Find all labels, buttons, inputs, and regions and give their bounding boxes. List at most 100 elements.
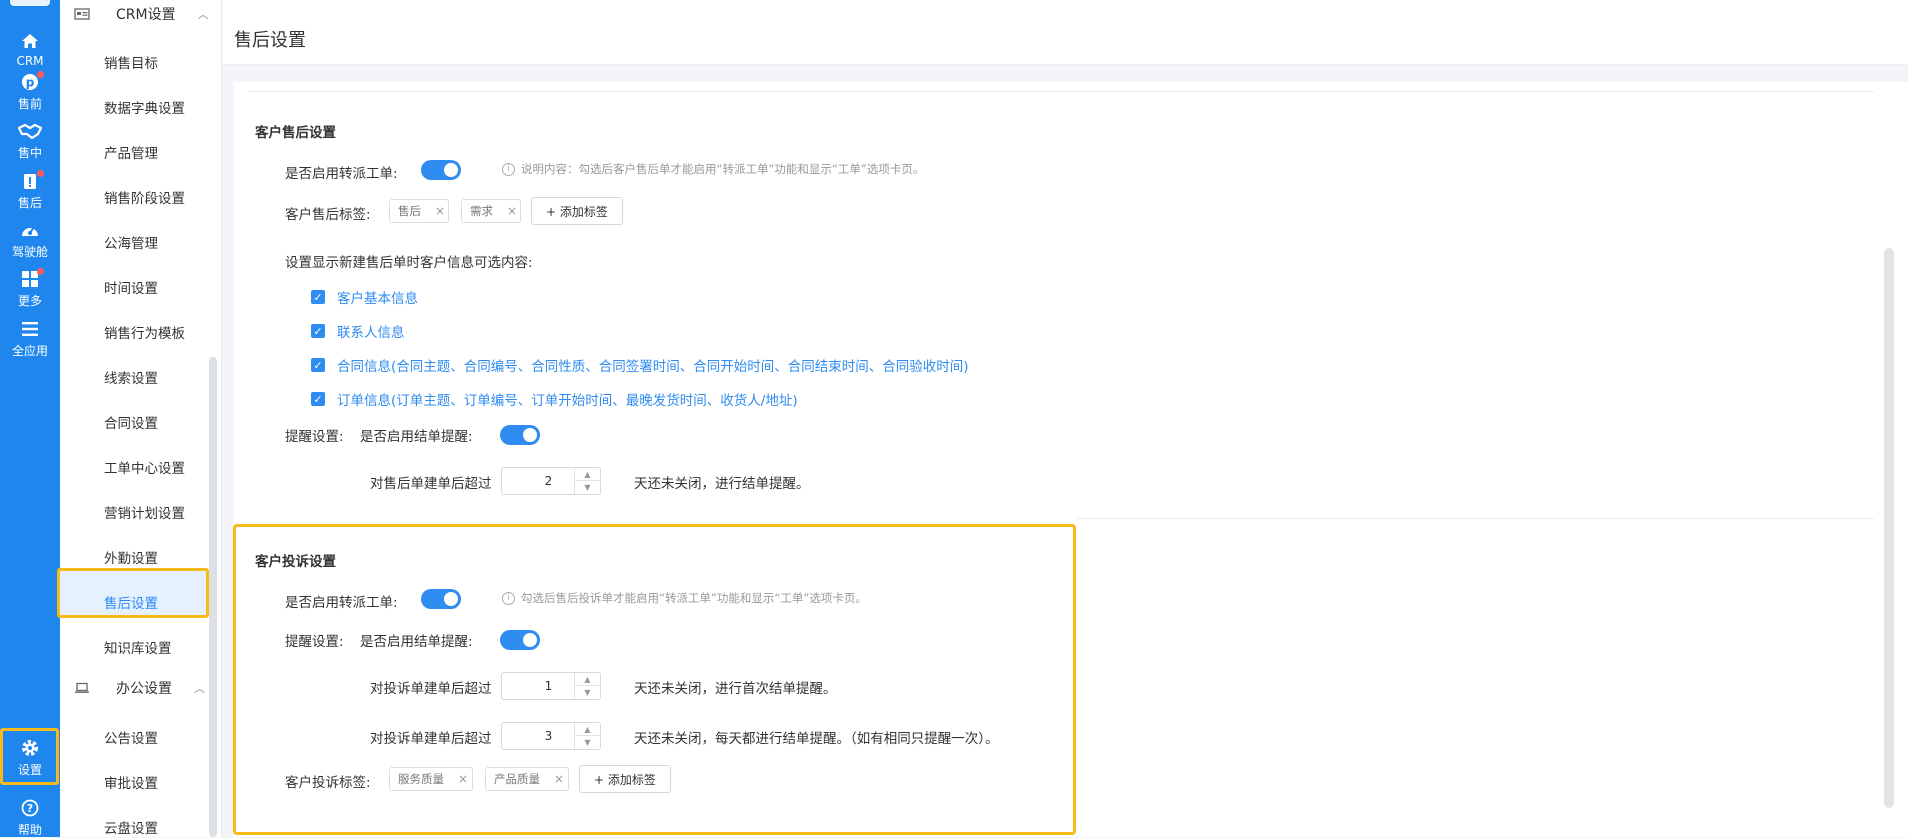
close-icon[interactable]: × xyxy=(507,204,517,218)
submenu-item[interactable]: 销售阶段设置 xyxy=(104,187,185,207)
submenu-item[interactable]: 产品管理 xyxy=(104,142,158,162)
complaint-daily-stepper[interactable]: 3 ▲ ▼ xyxy=(501,722,601,750)
submenu-item[interactable]: 外勤设置 xyxy=(104,547,158,567)
rail-label: 帮助 xyxy=(17,823,42,837)
rail-label: 更多 xyxy=(17,294,42,308)
aftersale-remind-label: 提醒设置: xyxy=(285,429,344,445)
option-label: 合同信息(合同主题、合同编号、合同性质、合同签署时间、合同开始时间、合同结束时间… xyxy=(337,359,969,375)
aftersale-days-stepper[interactable]: 2 ▲ ▼ xyxy=(501,467,601,495)
aftersale-remind-toggle[interactable] xyxy=(500,425,540,445)
clipboard-icon xyxy=(0,170,60,192)
aftersale-display-label: 设置显示新建售后单时客户信息可选内容: xyxy=(285,255,533,271)
svg-text:p: p xyxy=(26,76,35,90)
rail-label: 售中 xyxy=(17,146,42,160)
submenu-group-crm[interactable]: CRM设置 ︿ xyxy=(74,2,209,26)
submenu-item[interactable]: 销售行为模板 xyxy=(104,322,185,342)
section-divider xyxy=(248,91,1874,92)
checkbox-checked-icon[interactable]: ✓ xyxy=(311,358,325,372)
info-icon: i xyxy=(502,591,515,605)
submenu-item[interactable]: 销售目标 xyxy=(104,52,158,72)
aftersale-transfer-toggle[interactable] xyxy=(421,160,461,180)
submenu-item[interactable]: 数据字典设置 xyxy=(104,97,185,117)
info-icon: i xyxy=(502,162,515,176)
rail-label: 售后 xyxy=(17,196,42,210)
aftersale-add-tag-button[interactable]: + 添加标签 xyxy=(531,197,623,225)
svg-text:?: ? xyxy=(27,802,33,815)
rail-item-help[interactable]: ? 帮助 xyxy=(0,797,60,838)
aftersale-option-row[interactable]: ✓ 订单信息(订单主题、订单编号、订单开始时间、最晚发货时间、收货人/地址) xyxy=(311,389,798,409)
submenu-item[interactable]: 工单中心设置 xyxy=(104,457,185,477)
complaint-transfer-label: 是否启用转派工单: xyxy=(285,595,398,611)
complaint-daily-prefix: 对投诉单建单后超过 xyxy=(370,731,492,747)
complaint-remind-label: 提醒设置: xyxy=(285,634,344,650)
complaint-tags-label: 客户投诉标签: xyxy=(285,775,371,791)
close-icon[interactable]: × xyxy=(554,772,564,786)
main-scrollbar[interactable] xyxy=(1884,248,1894,808)
submenu-item[interactable]: 时间设置 xyxy=(104,277,158,297)
aftersale-tags-label: 客户售后标签: xyxy=(285,207,371,223)
complaint-add-tag-button[interactable]: + 添加标签 xyxy=(579,765,671,793)
submenu-item[interactable]: 审批设置 xyxy=(104,772,158,792)
close-icon[interactable]: × xyxy=(435,204,445,218)
complaint-remind-toggle[interactable] xyxy=(500,630,540,650)
rail-item-insale[interactable]: 售中 xyxy=(0,120,60,161)
aftersale-transfer-label: 是否启用转派工单: xyxy=(285,166,398,182)
complaint-section-title: 客户投诉设置 xyxy=(255,554,336,570)
notification-dot xyxy=(37,268,44,275)
checkbox-checked-icon[interactable]: ✓ xyxy=(311,392,325,406)
submenu-group-office[interactable]: 办公设置 ︿ xyxy=(74,676,205,700)
tag-text: 需求 xyxy=(470,204,493,218)
rail-item-aftersale[interactable]: 售后 xyxy=(0,170,60,211)
aftersale-option-row[interactable]: ✓ 合同信息(合同主题、合同编号、合同性质、合同签署时间、合同开始时间、合同结束… xyxy=(311,355,969,375)
rail-item-crm[interactable]: CRM xyxy=(0,30,60,68)
submenu-item[interactable]: 合同设置 xyxy=(104,412,158,432)
home-icon xyxy=(0,30,60,52)
chevron-up-icon[interactable]: ▲ xyxy=(575,723,600,736)
complaint-tag: 产品质量 × xyxy=(485,767,569,791)
rail-item-all-apps[interactable]: 全应用 xyxy=(0,318,60,359)
complaint-transfer-hint: i 勾选后售后投诉单才能启用“转派工单”功能和显示“工单”选项卡页。 xyxy=(502,590,867,606)
stepper-arrows: ▲ ▼ xyxy=(574,723,600,749)
chevron-up-icon[interactable]: ▲ xyxy=(575,673,600,686)
complaint-transfer-toggle[interactable] xyxy=(421,589,461,609)
chevron-up-icon[interactable]: ▲ xyxy=(575,468,600,481)
aftersale-option-row[interactable]: ✓ 客户基本信息 xyxy=(311,287,418,307)
complaint-first-stepper[interactable]: 1 ▲ ▼ xyxy=(501,672,601,700)
page-title: 售后设置 xyxy=(234,30,306,51)
submenu-item[interactable]: 知识库设置 xyxy=(104,637,172,657)
submenu-item[interactable]: 营销计划设置 xyxy=(104,502,185,522)
submenu-item[interactable]: 云盘设置 xyxy=(104,817,158,837)
dashboard-icon xyxy=(0,219,60,241)
chevron-down-icon[interactable]: ▼ xyxy=(575,686,600,699)
option-label: 客户基本信息 xyxy=(337,291,418,307)
rail-item-presale[interactable]: p 售前 xyxy=(0,71,60,112)
submenu-item-active[interactable]: 售后设置 xyxy=(104,592,158,612)
submenu-item[interactable]: 公海管理 xyxy=(104,232,158,252)
rail-label: 售前 xyxy=(17,97,42,111)
rail-label: CRM xyxy=(16,54,44,68)
submenu-group-label: 办公设置 xyxy=(116,681,172,697)
app-rail: CRM p 售前 售中 售后 驾驶舱 更多 全应用 设置 ? 帮助 xyxy=(0,0,60,837)
rail-item-cockpit[interactable]: 驾驶舱 xyxy=(0,219,60,260)
aftersale-days-suffix: 天还未关闭，进行结单提醒。 xyxy=(634,476,810,492)
card-icon xyxy=(74,8,94,20)
aftersale-section-title: 客户售后设置 xyxy=(255,125,336,141)
checkbox-checked-icon[interactable]: ✓ xyxy=(311,290,325,304)
chevron-down-icon[interactable]: ▼ xyxy=(575,481,600,494)
aftersale-option-row[interactable]: ✓ 联系人信息 xyxy=(311,321,405,341)
page-header: 售后设置 xyxy=(222,0,1908,65)
stepper-arrows: ▲ ▼ xyxy=(574,468,600,494)
checkbox-checked-icon[interactable]: ✓ xyxy=(311,324,325,338)
rail-item-more[interactable]: 更多 xyxy=(0,268,60,309)
submenu-scrollbar[interactable] xyxy=(209,357,217,837)
notification-dot xyxy=(37,170,44,177)
submenu-item[interactable]: 线索设置 xyxy=(104,367,158,387)
submenu-item[interactable]: 公告设置 xyxy=(104,727,158,747)
help-icon: ? xyxy=(0,797,60,819)
option-label: 联系人信息 xyxy=(337,325,405,341)
complaint-daily-suffix: 天还未关闭，每天都进行结单提醒。（如有相同只提醒一次）。 xyxy=(634,731,999,747)
close-icon[interactable]: × xyxy=(458,772,468,786)
section-divider xyxy=(1076,518,1874,519)
chevron-down-icon[interactable]: ▼ xyxy=(575,736,600,749)
tag-text: 产品质量 xyxy=(494,772,540,786)
